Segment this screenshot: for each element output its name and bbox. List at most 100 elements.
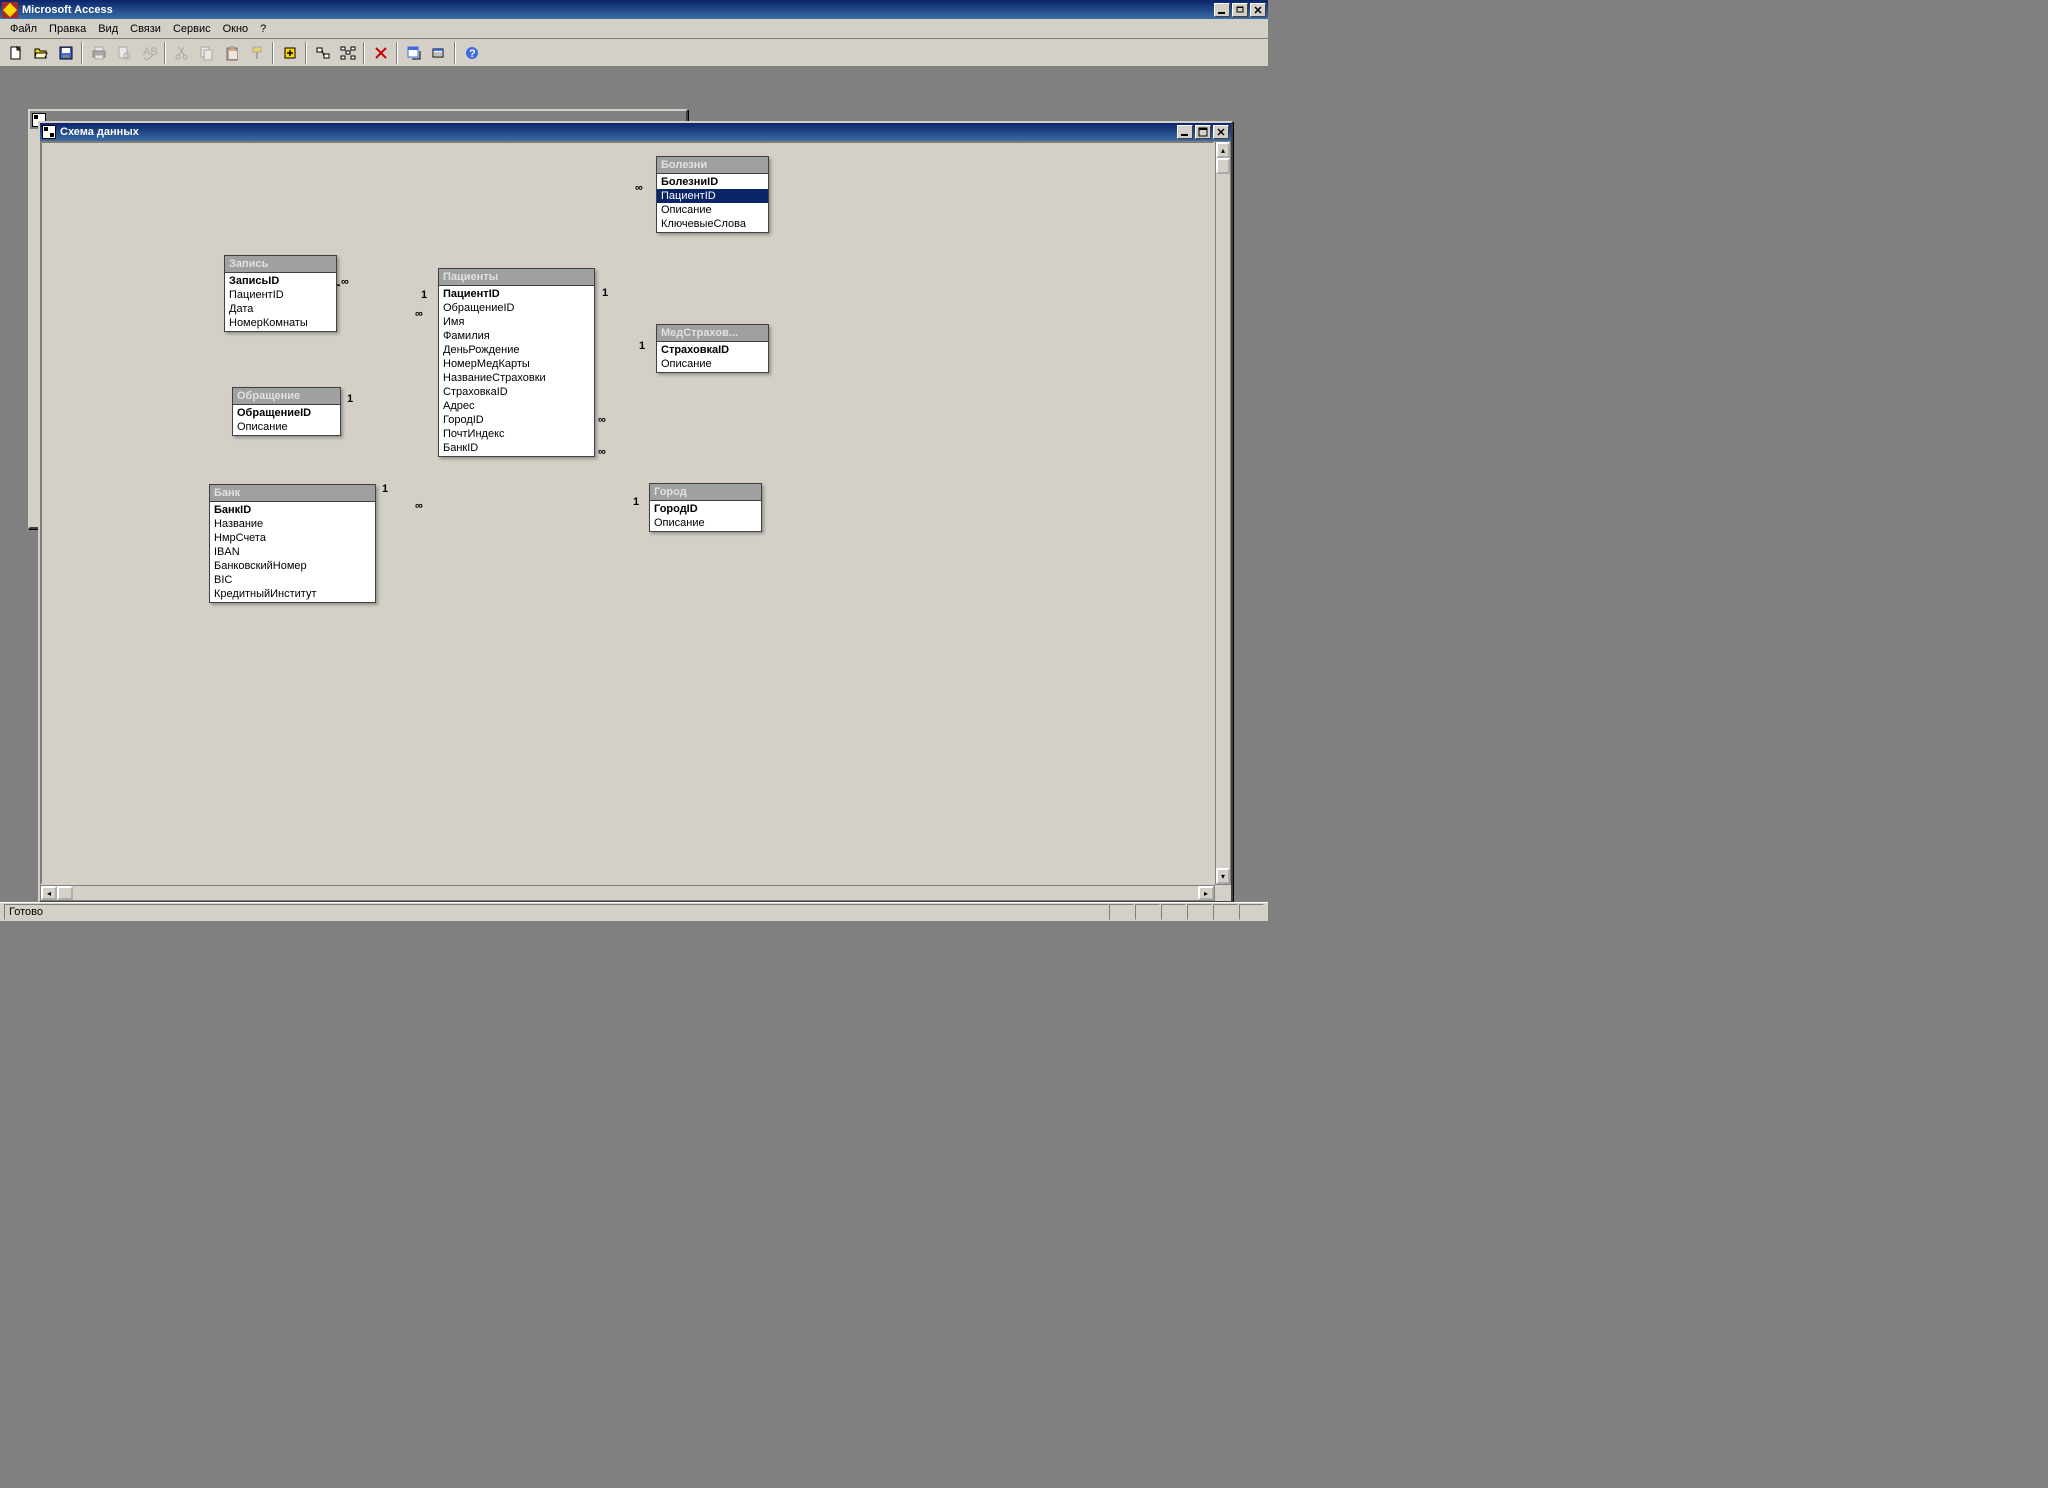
table-title[interactable]: Пациенты — [439, 269, 594, 286]
delete-icon[interactable] — [369, 42, 392, 64]
child-close-button[interactable] — [1213, 125, 1229, 139]
menu-view[interactable]: Вид — [92, 21, 124, 37]
field[interactable]: НомерКомнаты — [225, 316, 336, 330]
field[interactable]: Адрес — [439, 399, 594, 413]
relationships-icon — [42, 125, 56, 139]
spelling-icon[interactable]: ABC — [137, 42, 160, 64]
field[interactable]: IBAN — [210, 545, 375, 559]
field[interactable]: НмрСчета — [210, 531, 375, 545]
close-button[interactable] — [1250, 3, 1266, 17]
field[interactable]: ОбращениеID — [233, 406, 340, 420]
show-table-icon[interactable] — [311, 42, 334, 64]
table-bolezni[interactable]: Болезни БолезниID ПациентID Описание Клю… — [656, 156, 769, 233]
paste-icon[interactable] — [220, 42, 243, 64]
menu-window[interactable]: Окно — [217, 21, 255, 37]
new-icon[interactable] — [4, 42, 27, 64]
table-title[interactable]: Запись — [225, 256, 336, 273]
table-patients[interactable]: Пациенты ПациентID ОбращениеID Имя Фамил… — [438, 268, 595, 457]
table-medstrah[interactable]: МедСтрахов... СтраховкаID Описание — [656, 324, 769, 373]
field[interactable]: Фамилия — [439, 329, 594, 343]
field[interactable]: ПочтИндекс — [439, 427, 594, 441]
table-title[interactable]: МедСтрахов... — [657, 325, 768, 342]
restore-button[interactable] — [1232, 3, 1248, 17]
field[interactable]: БанкID — [439, 441, 594, 455]
field[interactable]: ОбращениеID — [439, 301, 594, 315]
field[interactable]: Описание — [657, 357, 768, 371]
show-all-icon[interactable] — [336, 42, 359, 64]
child-minimize-button[interactable] — [1177, 125, 1193, 139]
field[interactable]: БолезниID — [657, 175, 768, 189]
field[interactable]: BIC — [210, 573, 375, 587]
field[interactable]: СтраховкаID — [657, 343, 768, 357]
field[interactable]: БанкID — [210, 503, 375, 517]
field[interactable]: Дата — [225, 302, 336, 316]
field[interactable]: Описание — [650, 516, 761, 530]
vertical-scrollbar[interactable]: ▴ ▾ — [1215, 141, 1231, 885]
field[interactable]: Название — [210, 517, 375, 531]
save-icon[interactable] — [54, 42, 77, 64]
menu-edit[interactable]: Правка — [43, 21, 92, 37]
svg-text:?: ? — [469, 48, 476, 60]
field[interactable]: КредитныйИнститут — [210, 587, 375, 601]
table-obrash[interactable]: Обращение ОбращениеID Описание — [232, 387, 341, 436]
field[interactable]: КлючевыеСлова — [657, 217, 768, 231]
field[interactable]: ГородID — [439, 413, 594, 427]
mdi-area: Схема данных — [0, 67, 1268, 902]
preview-icon[interactable] — [112, 42, 135, 64]
field[interactable]: НазваниеСтраховки — [439, 371, 594, 385]
child-maximize-button[interactable] — [1195, 125, 1211, 139]
format-painter-icon[interactable] — [245, 42, 268, 64]
field[interactable]: ДеньРождение — [439, 343, 594, 357]
field[interactable]: Описание — [233, 420, 340, 434]
field[interactable]: ГородID — [650, 502, 761, 516]
child-window-buttons — [1177, 125, 1229, 139]
field[interactable]: ПациентID — [657, 189, 768, 203]
open-icon[interactable] — [29, 42, 52, 64]
table-title[interactable]: Болезни — [657, 157, 768, 174]
rel-many: ∞ — [634, 182, 644, 194]
table-bank[interactable]: Банк БанкID Название НмрСчета IBAN Банко… — [209, 484, 376, 603]
field[interactable]: ЗаписьID — [225, 274, 336, 288]
status-panes — [1109, 904, 1264, 920]
table-zapis[interactable]: Запись ЗаписьID ПациентID Дата НомерКомн… — [224, 255, 337, 332]
cut-icon[interactable] — [170, 42, 193, 64]
analyze-icon[interactable] — [427, 42, 450, 64]
menu-relationships[interactable]: Связи — [124, 21, 167, 37]
help-icon[interactable]: ? — [460, 42, 483, 64]
horizontal-scrollbar[interactable]: ◂ ▸ — [40, 885, 1215, 901]
app-title: Microsoft Access — [22, 4, 1214, 16]
scroll-thumb[interactable] — [57, 886, 73, 900]
table-title[interactable]: Обращение — [233, 388, 340, 405]
table-title[interactable]: Банк — [210, 485, 375, 502]
menu-file[interactable]: Файл — [4, 21, 43, 37]
separator — [363, 42, 365, 64]
table-title[interactable]: Город — [650, 484, 761, 501]
field[interactable]: СтраховкаID — [439, 385, 594, 399]
field[interactable]: НомерМедКарты — [439, 357, 594, 371]
field[interactable]: ПациентID — [225, 288, 336, 302]
menu-tools[interactable]: Сервис — [167, 21, 217, 37]
table-gorod[interactable]: Город ГородID Описание — [649, 483, 762, 532]
relationships-canvas[interactable]: ∞ 1 1 ∞ 1 ∞ 1 ∞ ∞ 1 ∞ 1 Запись ЗаписьID … — [40, 141, 1215, 885]
scroll-left-icon[interactable]: ◂ — [41, 886, 57, 900]
scroll-up-icon[interactable]: ▴ — [1216, 142, 1230, 158]
status-pane — [1213, 904, 1238, 920]
child-window-title: Схема данных — [60, 126, 1177, 138]
minimize-button[interactable] — [1214, 3, 1230, 17]
copy-icon[interactable] — [195, 42, 218, 64]
scroll-thumb[interactable] — [1216, 158, 1230, 174]
menu-help[interactable]: ? — [254, 21, 272, 37]
relationships-window: Схема данных — [38, 121, 1233, 903]
scroll-right-icon[interactable]: ▸ — [1198, 886, 1214, 900]
field[interactable]: Имя — [439, 315, 594, 329]
child-titlebar[interactable]: Схема данных — [40, 123, 1231, 141]
field[interactable]: Описание — [657, 203, 768, 217]
print-icon[interactable] — [87, 42, 110, 64]
svg-text:ABC: ABC — [143, 46, 157, 58]
new-object-icon[interactable] — [278, 42, 301, 64]
field[interactable]: ПациентID — [439, 287, 594, 301]
office-links-icon[interactable] — [402, 42, 425, 64]
scroll-down-icon[interactable]: ▾ — [1216, 868, 1230, 884]
status-pane — [1161, 904, 1186, 920]
field[interactable]: БанковскийНомер — [210, 559, 375, 573]
